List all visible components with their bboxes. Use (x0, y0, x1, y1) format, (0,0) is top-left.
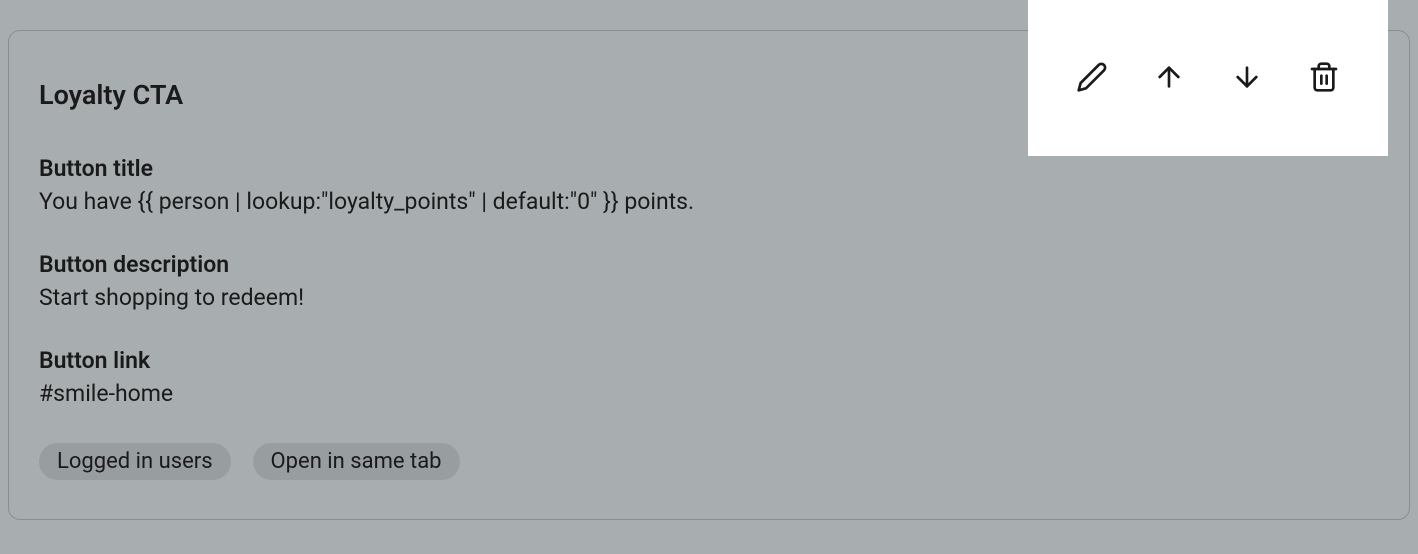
arrow-up-icon (1153, 61, 1185, 96)
edit-button[interactable] (1068, 54, 1116, 102)
button-title-field: Button title You have {{ person | lookup… (39, 155, 1379, 215)
delete-button[interactable] (1300, 54, 1348, 102)
move-down-button[interactable] (1223, 54, 1271, 102)
button-link-field: Button link #smile-home (39, 347, 1379, 407)
button-description-field: Button description Start shopping to red… (39, 251, 1379, 311)
pencil-icon (1076, 61, 1108, 96)
move-up-button[interactable] (1145, 54, 1193, 102)
button-title-label: Button title (39, 155, 1379, 182)
tag-open-in-same-tab: Open in same tab (253, 443, 460, 480)
button-description-label: Button description (39, 251, 1379, 278)
button-link-value: #smile-home (39, 380, 1379, 407)
action-toolbar (1028, 0, 1388, 156)
trash-icon (1308, 61, 1340, 96)
button-description-value: Start shopping to redeem! (39, 284, 1379, 311)
button-title-value: You have {{ person | lookup:"loyalty_poi… (39, 188, 1379, 215)
button-link-label: Button link (39, 347, 1379, 374)
tags-container: Logged in users Open in same tab (39, 443, 1379, 480)
tag-logged-in-users: Logged in users (39, 443, 231, 480)
arrow-down-icon (1231, 61, 1263, 96)
